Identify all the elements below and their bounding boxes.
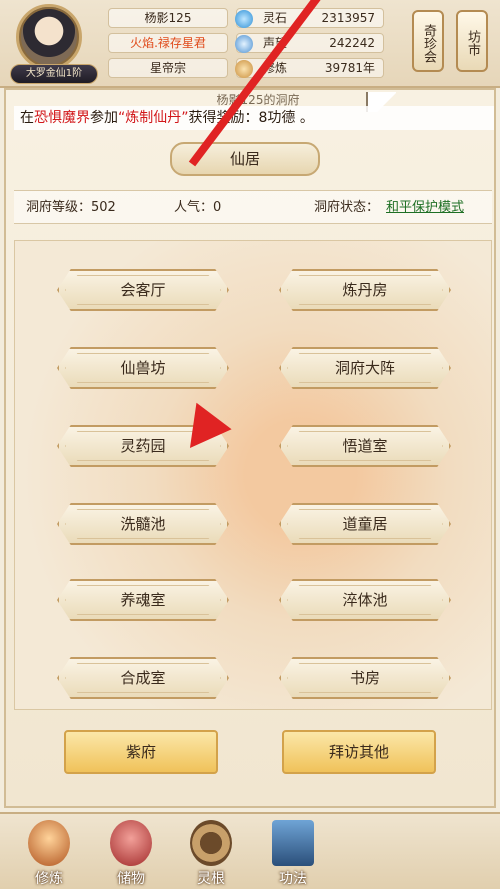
nav-label: 功法 [279, 871, 307, 887]
stat-value: 242242 [329, 36, 375, 50]
purple-mansion-button[interactable]: 紫府 [64, 730, 218, 774]
nav-spirit-root[interactable]: 灵根 [176, 818, 246, 888]
title-suffix: 禄存星君 [157, 36, 206, 50]
treasure-fair-button[interactable]: 奇珍会 [412, 10, 444, 72]
bottom-nav: 修炼 储物 灵根 功法 [0, 812, 500, 889]
room-cave-formation[interactable]: 洞府大阵 [279, 347, 451, 389]
rank-badge: 大罗金仙1阶 [10, 64, 98, 84]
spirit-stone-icon [235, 10, 253, 28]
notice-place: 恐惧魔界 [34, 110, 90, 126]
nav-label: 储物 [117, 871, 145, 887]
nav-label: 修炼 [35, 871, 63, 887]
room-body-tempering[interactable]: 淬体池 [279, 579, 451, 621]
storage-bag-icon [110, 820, 152, 866]
room-reception-hall[interactable]: 会客厅 [57, 269, 229, 311]
top-bar: 大罗金仙1阶 杨影125 火焰.禄存星君 星帝宗 灵石 2313957 声望 2… [0, 0, 500, 88]
room-beast-workshop[interactable]: 仙兽坊 [57, 347, 229, 389]
technique-book-icon [272, 820, 314, 866]
player-title: 火焰.禄存星君 [108, 33, 228, 53]
room-marrow-pool[interactable]: 洗髓池 [57, 503, 229, 545]
market-button[interactable]: 坊市 [456, 10, 488, 72]
room-soul-nurturing[interactable]: 养魂室 [57, 579, 229, 621]
title-prefix: 火焰. [130, 36, 158, 50]
cave-popularity: 人气：0 [174, 200, 222, 215]
cultivation-icon [235, 60, 253, 78]
visit-others-button[interactable]: 拜访其他 [282, 730, 436, 774]
notice-event: “炼制仙丹” [118, 110, 189, 126]
spirit-root-icon [190, 820, 232, 866]
avatar[interactable]: 大罗金仙1阶 [10, 4, 98, 84]
nav-technique[interactable]: 功法 [258, 818, 328, 888]
notice-text: 参加 [90, 110, 118, 126]
room-alchemy[interactable]: 炼丹房 [279, 269, 451, 311]
nav-label: 灵根 [197, 871, 225, 887]
cave-panel: 杨影125的洞府 在恐惧魔界参加“炼制仙丹”获得奖励：8功德 。 仙居 洞府等级… [4, 88, 496, 808]
stat-value: 39781年 [324, 61, 375, 75]
reward-notice: 在恐惧魔界参加“炼制仙丹”获得奖励：8功德 。 [14, 106, 494, 130]
room-enlightenment[interactable]: 悟道室 [279, 425, 451, 467]
sect-name: 星帝宗 [108, 58, 228, 78]
avatar-portrait[interactable] [16, 4, 82, 70]
reputation-icon [235, 35, 253, 53]
cave-level: 洞府等级：502 [26, 200, 116, 215]
notice-text: 获得奖励：8功德 。 [188, 110, 314, 126]
cave-state-link[interactable]: 和平保护模式 [386, 191, 464, 225]
cave-status-bar: 洞府等级：502 人气：0 洞府状态： 和平保护模式 [14, 190, 492, 224]
nav-cultivate[interactable]: 修炼 [14, 818, 84, 888]
player-name: 杨影125 [108, 8, 228, 28]
room-synthesis[interactable]: 合成室 [57, 657, 229, 699]
cultivate-icon [28, 820, 70, 866]
stat-label: 灵石 [263, 11, 288, 25]
stat-reputation: 声望 242242 [235, 33, 384, 53]
rooms-area: 会客厅 炼丹房 仙兽坊 洞府大阵 灵药园 悟道室 洗髓池 道童居 养魂室 淬体池… [14, 240, 492, 710]
notice-text: 在 [20, 110, 34, 126]
nav-storage[interactable]: 储物 [96, 818, 166, 888]
cave-state-label: 洞府状态： [314, 200, 380, 215]
room-servant-quarters[interactable]: 道童居 [279, 503, 451, 545]
room-study[interactable]: 书房 [279, 657, 451, 699]
stat-value: 2313957 [321, 11, 375, 25]
